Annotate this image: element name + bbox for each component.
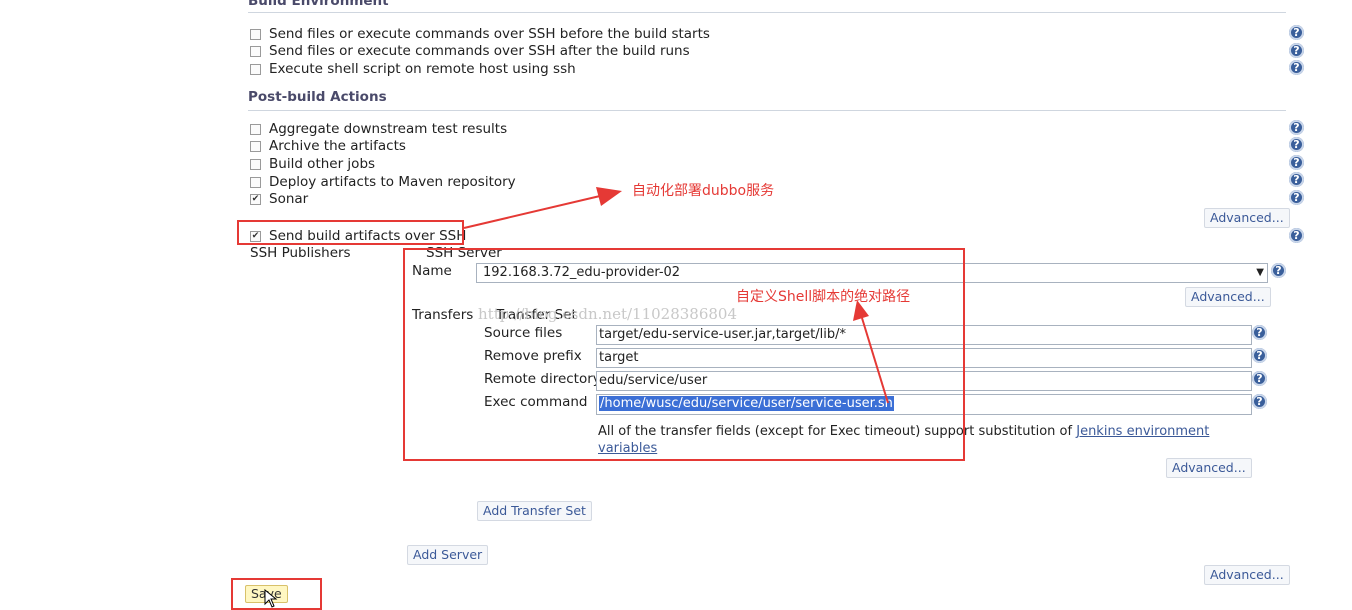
arrow-line-shell [861, 317, 889, 404]
deploy-annotation-text: 自动化部署dubbo服务 [632, 183, 775, 199]
arrow-head-deploy [596, 187, 622, 206]
shell-annotation-text: 自定义Shell脚本的绝对路径 [736, 289, 911, 305]
annotation-arrows [463, 187, 889, 404]
arrow-line-deploy [463, 195, 601, 229]
